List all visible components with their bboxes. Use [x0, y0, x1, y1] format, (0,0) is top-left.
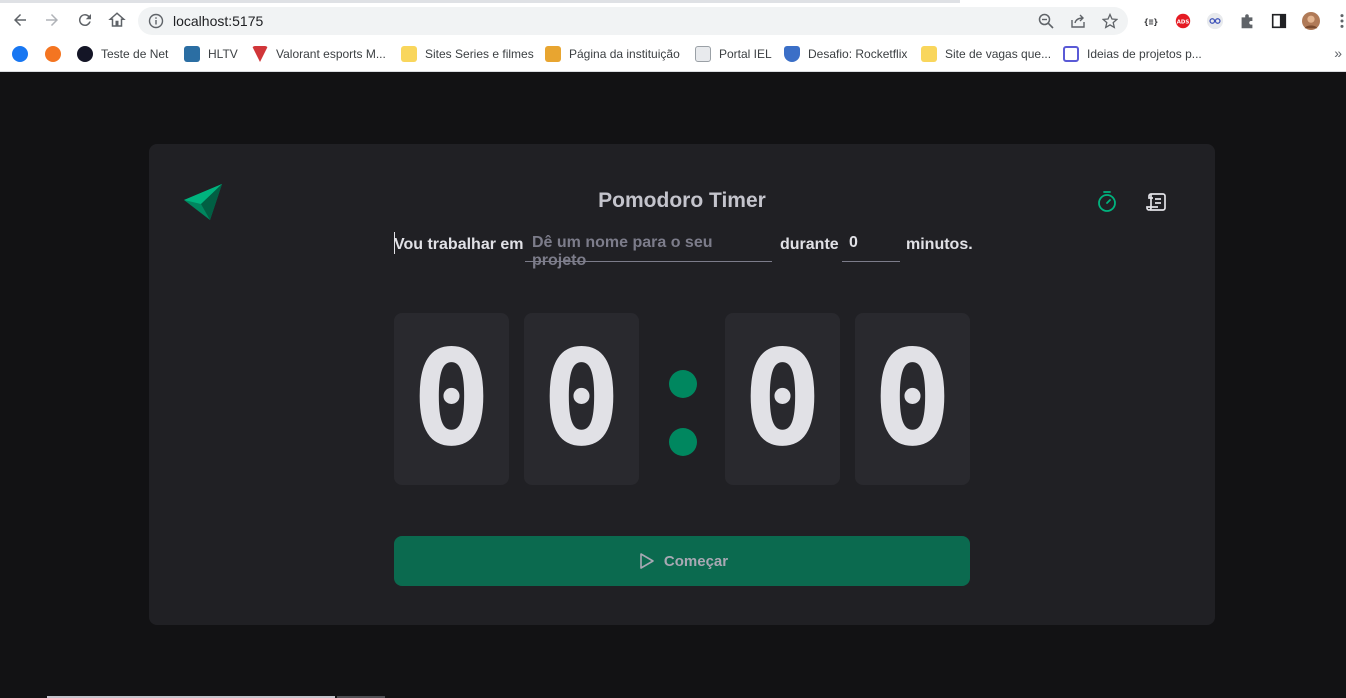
seconds-units-digit: 0 — [855, 313, 970, 485]
profile-avatar[interactable] — [1301, 11, 1321, 31]
back-button[interactable] — [8, 8, 32, 32]
bookmark-hltv[interactable]: HLTV — [184, 44, 238, 64]
browser-chrome: localhost:5175 {≡} ADS Teste de Net HLTV… — [0, 0, 1346, 72]
json-extension-icon[interactable]: {≡} — [1141, 11, 1161, 31]
url-text: localhost:5175 — [173, 13, 264, 29]
bookmark-folder-vagas[interactable]: Site de vagas que... — [921, 44, 1051, 64]
home-icon — [108, 12, 126, 27]
forward-button[interactable] — [40, 8, 64, 32]
share-icon[interactable] — [1070, 13, 1086, 29]
history-scroll-icon[interactable] — [1144, 190, 1168, 214]
bookmarks-overflow-button[interactable]: » — [1334, 45, 1342, 61]
minutes-amount-input[interactable]: 0 — [842, 228, 900, 262]
facebook-icon — [12, 46, 28, 62]
menu-kebab-icon[interactable] — [1332, 11, 1346, 31]
start-button-label: Começar — [663, 552, 729, 570]
bookmark-rocketflix[interactable]: Desafio: Rocketflix — [784, 44, 907, 64]
zoom-icon[interactable] — [1038, 13, 1054, 29]
reload-button[interactable] — [73, 8, 97, 32]
address-bar[interactable]: localhost:5175 — [138, 7, 1128, 35]
play-icon — [640, 553, 654, 569]
hltv-icon — [184, 46, 200, 62]
chrome-divider — [0, 71, 1346, 72]
timer-nav-icon[interactable] — [1095, 190, 1119, 214]
minutes-suffix-label: minutos. — [906, 236, 973, 253]
task-prefix-label: Vou trabalhar em — [394, 236, 524, 253]
bookmark-folder-series[interactable]: Sites Series e filmes — [401, 44, 534, 64]
puzzle-icon[interactable] — [1237, 11, 1257, 31]
folder-icon — [921, 46, 937, 62]
speedtest-icon — [77, 46, 93, 62]
arrow-left-icon — [14, 14, 26, 26]
bookmarks-bar: Teste de Net HLTV Valorant esports M... … — [0, 39, 1346, 69]
bookmark-valorant[interactable]: Valorant esports M... — [252, 44, 386, 64]
info-icon — [148, 13, 164, 29]
minutes-units-digit: 0 — [524, 313, 639, 485]
arrow-right-icon — [46, 14, 58, 26]
minutes-value: 0 — [849, 234, 858, 251]
task-form: Vou trabalhar em Dê um nome para o seu p… — [394, 228, 974, 269]
page-title: Pomodoro Timer — [598, 189, 766, 212]
side-panel-icon[interactable] — [1269, 11, 1289, 31]
bookmark-portal-iel[interactable]: Portal IEL — [695, 44, 772, 64]
start-button[interactable]: Começar — [394, 536, 970, 586]
folder-icon — [401, 46, 417, 62]
duration-label: durante — [780, 236, 839, 253]
bookmark-crunchyroll[interactable] — [45, 44, 69, 64]
shield-icon — [784, 46, 800, 62]
svg-text:{≡}: {≡} — [1144, 17, 1159, 27]
adblock-extension-icon[interactable]: ADS — [1173, 11, 1193, 31]
seconds-tens-digit: 0 — [725, 313, 840, 485]
home-button[interactable] — [105, 8, 129, 32]
page-icon — [695, 46, 711, 62]
separator-bottom-dot — [669, 428, 697, 456]
valorant-icon — [252, 46, 268, 62]
crunchyroll-icon — [45, 46, 61, 62]
task-name-placeholder: Dê um nome para o seu projeto — [532, 234, 713, 269]
pencil-icon — [545, 46, 561, 62]
bookmark-ideias[interactable]: Ideias de projetos p... — [1063, 44, 1202, 64]
separator-top-dot — [669, 370, 697, 398]
star-icon[interactable] — [1102, 13, 1118, 29]
reload-icon — [78, 14, 91, 27]
minutes-tens-digit: 0 — [394, 313, 509, 485]
bookmark-instituicao[interactable]: Página da instituição — [545, 44, 680, 64]
svg-text:ADS: ADS — [1177, 19, 1190, 25]
task-name-input[interactable]: Dê um nome para o seu projeto — [525, 228, 772, 269]
bookmark-facebook[interactable] — [12, 44, 36, 64]
bookmark-teste-de-net[interactable]: Teste de Net — [77, 44, 168, 64]
pomodoro-card: Pomodoro Timer Vou trabalhar em Dê um no… — [149, 144, 1215, 625]
owl-extension-icon[interactable] — [1205, 11, 1225, 31]
ideas-icon — [1063, 46, 1079, 62]
browser-toolbar: localhost:5175 {≡} ADS — [0, 3, 1346, 39]
